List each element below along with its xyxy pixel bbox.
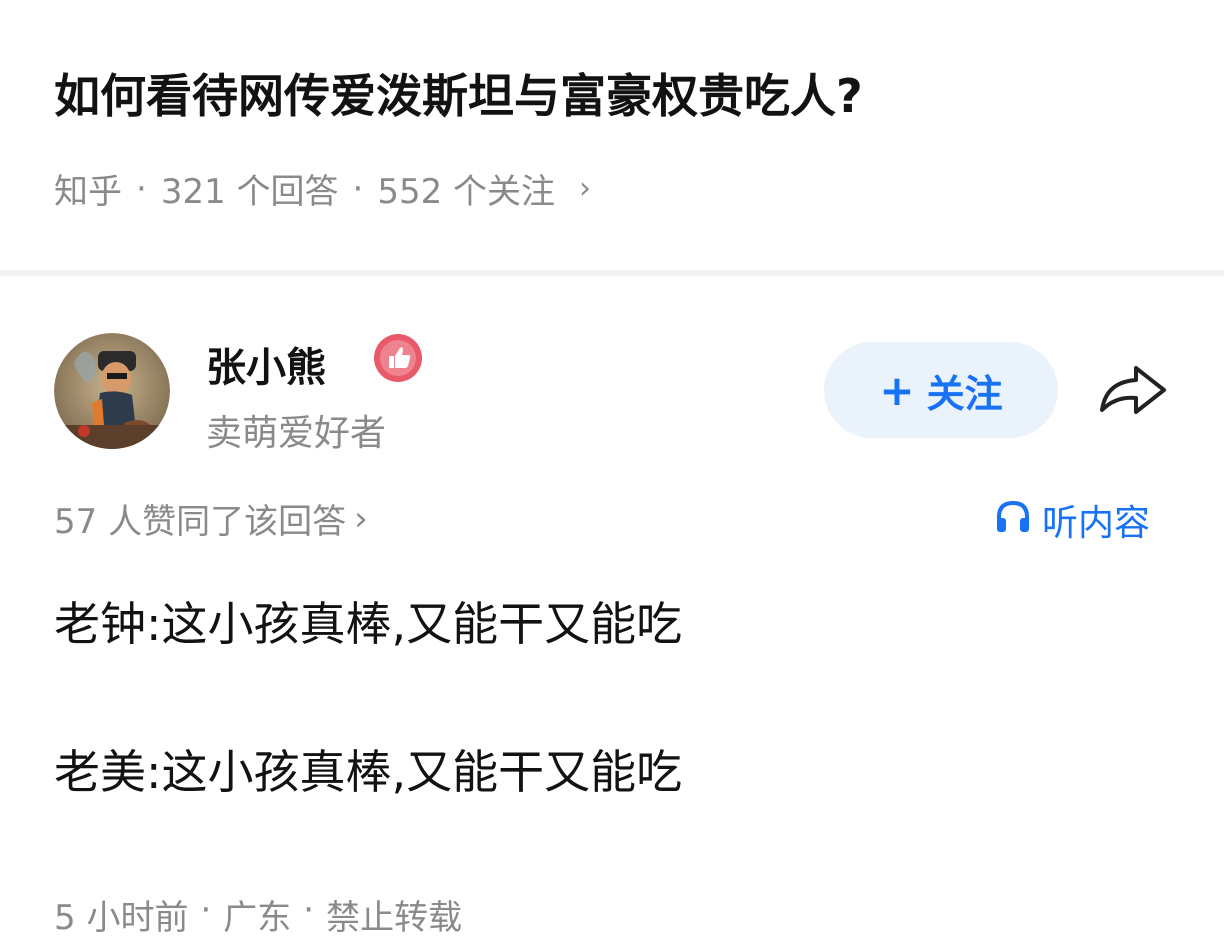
author-name[interactable]: 张小熊 xyxy=(206,335,326,393)
answers-count: 321 个回答 xyxy=(160,172,339,212)
avatar[interactable] xyxy=(54,333,170,449)
share-icon[interactable] xyxy=(1096,362,1170,422)
listen-button[interactable]: 听内容 xyxy=(994,494,1150,546)
section-divider xyxy=(0,270,1224,276)
post-time: 5 小时前 xyxy=(54,898,189,938)
chevron-right-icon: › xyxy=(354,498,368,539)
followers-count: 552 个关注 xyxy=(377,172,556,212)
repost-rights: 禁止转载 xyxy=(326,898,463,938)
answer-footer: 5 小时前 · 广东 · 禁止转载 xyxy=(54,890,462,939)
follow-label: 关注 xyxy=(926,371,1003,416)
separator-dot: · xyxy=(303,890,315,930)
post-location: 广东 xyxy=(223,898,292,938)
headphones-icon xyxy=(994,498,1032,543)
thumbs-up-badge-icon xyxy=(372,332,424,384)
listen-label: 听内容 xyxy=(1042,503,1151,544)
answer-text-line: 老美:这小孩真棒,又能干又能吃 xyxy=(54,745,683,799)
chevron-right-icon: › xyxy=(579,171,592,206)
separator-dot: · xyxy=(136,168,147,209)
vote-count: 57 人赞同了该回答 xyxy=(54,502,347,542)
separator-dot: · xyxy=(352,168,364,209)
question-title[interactable]: 如何看待网传爱泼斯坦与富豪权贵吃人? xyxy=(54,60,863,126)
follow-button[interactable]: + 关注 xyxy=(824,342,1058,438)
plus-icon: + xyxy=(879,365,915,415)
vote-count-link[interactable]: 57 人赞同了该回答 › xyxy=(54,494,368,543)
answer-text-line: 老钟:这小孩真棒,又能干又能吃 xyxy=(54,597,683,651)
question-meta[interactable]: 知乎 · 321 个回答 · 552 个关注 › xyxy=(54,164,591,213)
author-bio: 卖萌爱好者 xyxy=(206,413,387,454)
separator-dot: · xyxy=(200,890,212,930)
source-label: 知乎 xyxy=(54,172,122,212)
